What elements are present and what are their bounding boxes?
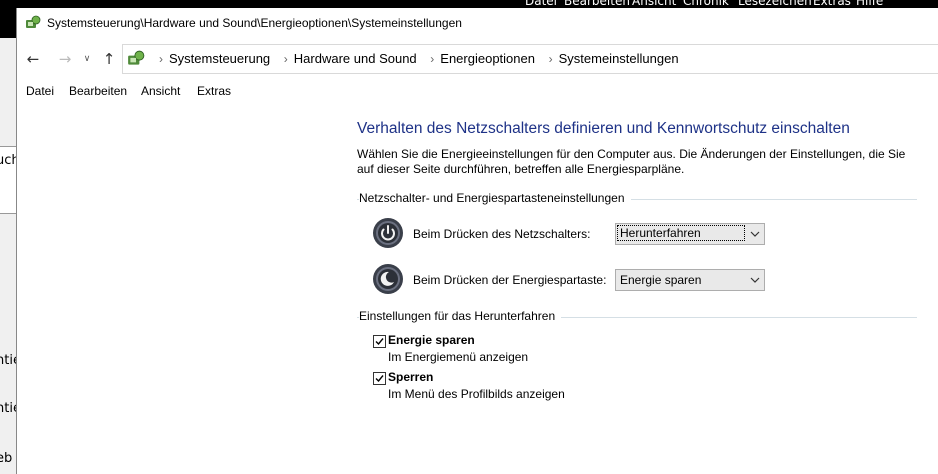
shutdown-section-header: Einstellungen für das Herunterfahren bbox=[357, 309, 917, 325]
breadcrumb-energieoptionen[interactable]: Energieoptionen bbox=[440, 51, 535, 66]
menu-extras[interactable]: Extras bbox=[197, 84, 231, 98]
breadcrumb: › Systemsteuerung › Hardware und Sound › En… bbox=[149, 51, 679, 66]
menu-bearbeiten[interactable]: Bearbeiten bbox=[69, 84, 127, 98]
shutdown-section-title: Einstellungen für das Herunterfahren bbox=[359, 309, 562, 323]
checkmark-icon bbox=[375, 338, 384, 346]
breadcrumb-systemeinstellungen[interactable]: Systemeinstellungen bbox=[559, 51, 679, 66]
bg-menu-datei[interactable]: Datei bbox=[525, 0, 557, 8]
sleep-button-row: Beim Drücken der Energiespartaste: Energ… bbox=[357, 259, 917, 299]
breadcrumb-hardware-und-sound[interactable]: Hardware und Sound bbox=[294, 51, 417, 66]
lock-option-row: Sperren Im Menü des Profilbilds anzeigen bbox=[373, 370, 917, 407]
breadcrumb-separator-icon[interactable]: › bbox=[159, 52, 163, 66]
background-search-box[interactable]: uch bbox=[0, 146, 20, 214]
main-content: Verhalten des Netzschalters definieren u… bbox=[357, 120, 917, 407]
power-section-header: Netzschalter- und Energiespartasteneinst… bbox=[357, 191, 917, 207]
window-title: Systemsteuerung\Hardware und Sound\Energ… bbox=[47, 16, 462, 30]
sleep-button-label: Beim Drücken der Energiespartaste: bbox=[413, 273, 607, 287]
up-arrow-icon[interactable]: ↑ bbox=[99, 50, 119, 68]
menu-ansicht[interactable]: Ansicht bbox=[141, 84, 180, 98]
sleep-button-selected-value: Energie sparen bbox=[620, 273, 702, 287]
bg-menu-hilfe[interactable]: Hilfe bbox=[856, 0, 883, 8]
control-panel-icon bbox=[26, 15, 41, 28]
lock-option-subtitle: Im Menü des Profilbilds anzeigen bbox=[388, 387, 565, 401]
sleep-option-title[interactable]: Energie sparen bbox=[388, 333, 475, 347]
background-left-strip: uch ntie ntie eb bbox=[0, 38, 21, 474]
sleep-option-row: Energie sparen Im Energiemenü anzeigen bbox=[373, 333, 917, 370]
page-description: Wählen Sie die Energieeinstellungen für … bbox=[357, 147, 906, 176]
menu-datei[interactable]: Datei bbox=[26, 84, 54, 98]
bg-menu-extras[interactable]: Extras bbox=[813, 0, 851, 8]
recent-chevron-down-icon[interactable]: ∨ bbox=[77, 50, 97, 68]
breadcrumb-separator-icon[interactable]: › bbox=[284, 52, 288, 66]
power-button-label: Beim Drücken des Netzschalters: bbox=[413, 227, 591, 241]
breadcrumb-systemsteuerung[interactable]: Systemsteuerung bbox=[169, 51, 270, 66]
breadcrumb-separator-icon[interactable]: › bbox=[430, 52, 434, 66]
sleep-button-select[interactable]: Energie sparen bbox=[615, 269, 765, 291]
chevron-down-icon bbox=[750, 277, 760, 283]
power-button-select[interactable]: Herunterfahren bbox=[615, 223, 765, 245]
power-button-selected-value: Herunterfahren bbox=[617, 225, 745, 241]
bg-menu-lesezeichen[interactable]: Lesezeichen bbox=[738, 0, 812, 8]
navigation-bar: ← → ∨ ↑ › Systemsteuerung › Hardware und S… bbox=[17, 44, 938, 74]
lock-option-title[interactable]: Sperren bbox=[388, 370, 433, 384]
lock-option-checkbox[interactable] bbox=[373, 372, 386, 385]
sleep-option-subtitle: Im Energiemenü anzeigen bbox=[388, 350, 529, 364]
power-button-row: Beim Drücken des Netzschalters: Herunter… bbox=[357, 213, 917, 253]
back-arrow-icon[interactable]: ← bbox=[23, 50, 43, 68]
address-control-panel-icon bbox=[128, 50, 145, 65]
background-menubar: Datei Bearbeiten Ansicht Chronik Lesezei… bbox=[520, 0, 938, 8]
forward-arrow-icon[interactable]: → bbox=[55, 50, 75, 68]
chevron-down-icon bbox=[750, 231, 760, 237]
sleep-button-icon bbox=[373, 264, 403, 294]
page-title: Verhalten des Netzschalters definieren u… bbox=[357, 120, 850, 137]
bg-menu-bearbeiten[interactable]: Bearbeiten bbox=[564, 0, 630, 8]
checkmark-icon bbox=[375, 375, 384, 383]
bg-fragment-4: eb bbox=[0, 451, 13, 466]
control-panel-window: Systemsteuerung\Hardware und Sound\Energ… bbox=[16, 8, 938, 474]
address-bar[interactable]: › Systemsteuerung › Hardware und Sound › En… bbox=[122, 44, 938, 74]
power-button-icon bbox=[373, 218, 403, 248]
sleep-option-checkbox[interactable] bbox=[373, 335, 386, 348]
power-section-title: Netzschalter- und Energiespartasteneinst… bbox=[359, 191, 631, 205]
bg-menu-chronik[interactable]: Chronik bbox=[683, 0, 729, 8]
breadcrumb-separator-icon[interactable]: › bbox=[549, 52, 553, 66]
title-bar[interactable]: Systemsteuerung\Hardware und Sound\Energ… bbox=[17, 8, 938, 38]
bg-menu-ansicht[interactable]: Ansicht bbox=[632, 0, 676, 8]
